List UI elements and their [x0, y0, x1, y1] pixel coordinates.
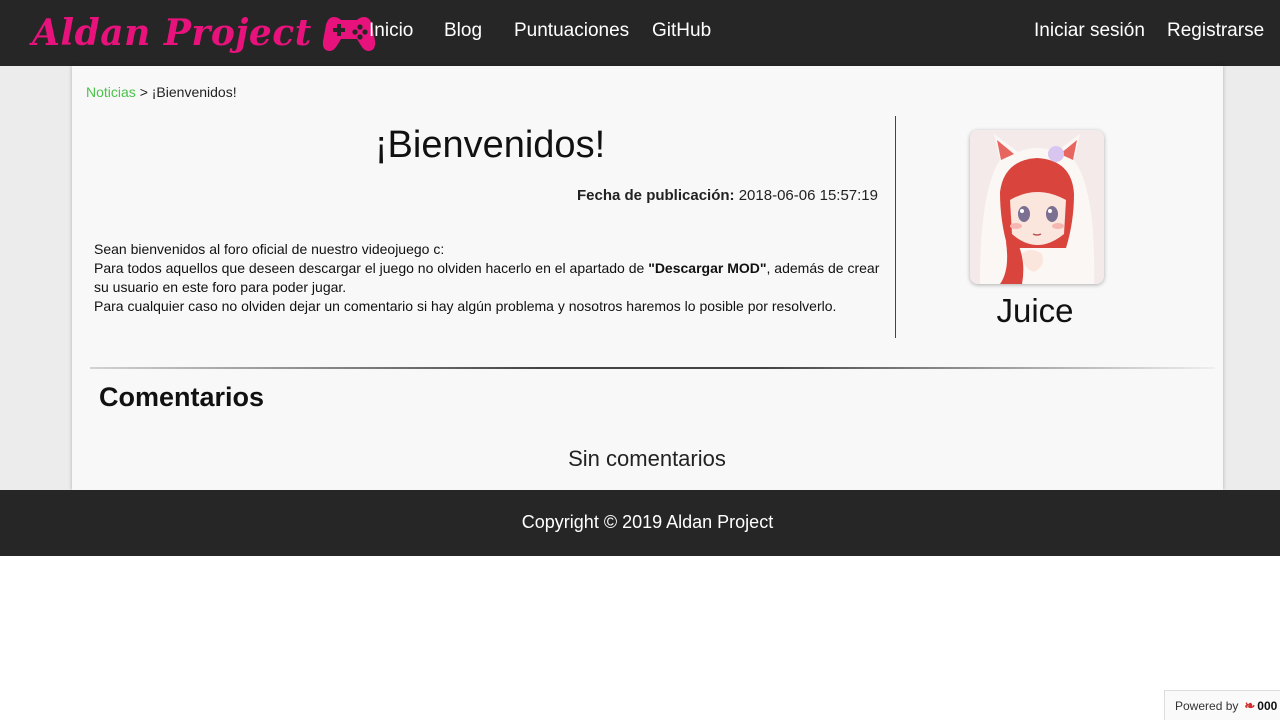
nav-inicio[interactable]: Inicio [369, 20, 413, 42]
comments-heading: Comentarios [99, 382, 265, 412]
breadcrumb-noticias-link[interactable]: Noticias [86, 84, 136, 100]
nav-blog[interactable]: Blog [444, 20, 482, 42]
site-logo[interactable]: Aldan Project [32, 6, 376, 60]
breadcrumb-separator: > [139, 84, 148, 100]
post-line-2: Para todos aquellos que deseen descargar… [94, 259, 884, 297]
login-link[interactable]: Iniciar sesión [1034, 20, 1145, 42]
post-title: ¡Bienvenidos! [374, 124, 606, 166]
top-navbar: Aldan Project Inicio Blog Puntuaciones G… [0, 0, 1280, 66]
host-badge-text: 000 [1257, 698, 1278, 713]
nav-github[interactable]: GitHub [652, 20, 711, 42]
post-line-2-pre: Para todos aquellos que deseen descargar… [94, 260, 649, 276]
publication-date-value: 2018-06-06 15:57:19 [738, 187, 878, 204]
powered-by-widget[interactable]: Powered by ❧ 000 [1164, 690, 1280, 720]
post-line-2-bold: "Descargar MOD" [648, 260, 767, 276]
avatar-illustration [970, 130, 1104, 284]
vertical-divider [895, 116, 896, 338]
post-line-1: Sean bienvenidos al foro oficial de nues… [94, 241, 445, 257]
host-logo-icon: ❧ [1244, 697, 1256, 713]
author-name: Juice [996, 292, 1074, 329]
register-link[interactable]: Registrarse [1167, 20, 1264, 42]
footer: Copyright © 2019 Aldan Project [0, 490, 1280, 556]
copyright-text: Copyright © 2019 Aldan Project [521, 512, 774, 532]
no-comments-message: Sin comentarios [568, 446, 726, 471]
gamepad-icon [322, 17, 375, 51]
post-body: Sean bienvenidos al foro oficial de nues… [94, 240, 884, 316]
powered-by-label: Powered by [1175, 698, 1239, 713]
breadcrumb: Noticias > ¡Bienvenidos! [86, 84, 237, 100]
nav-puntuaciones[interactable]: Puntuaciones [514, 20, 629, 42]
publication-date-label: Fecha de publicación: [577, 187, 735, 204]
breadcrumb-current: ¡Bienvenidos! [151, 84, 237, 100]
post-line-3: Para cualquier caso no olviden dejar un … [94, 298, 837, 314]
section-divider [90, 367, 1215, 369]
author-avatar[interactable] [970, 130, 1104, 284]
logo-text: Aldan Project [32, 12, 312, 54]
publication-date: Fecha de publicación: 2018-06-06 15:57:1… [100, 187, 878, 204]
